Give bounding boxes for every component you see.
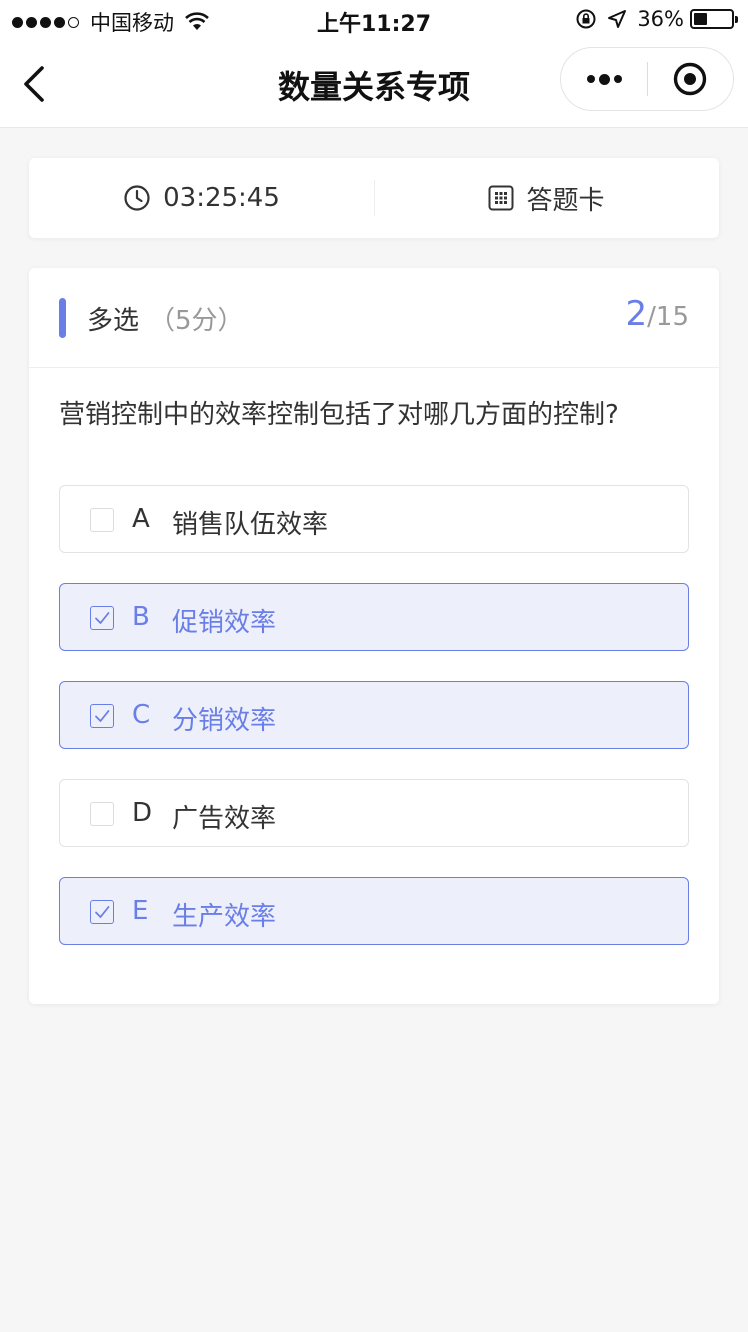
option-text: 广告效率 — [172, 804, 277, 834]
close-mini-program-button[interactable] — [647, 48, 733, 110]
timer-card: 03:25:45 答题卡 — [29, 158, 719, 238]
battery-percent: 36% — [637, 7, 684, 31]
option-text: 分销效率 — [172, 706, 277, 736]
option-d[interactable]: D 广告效率 — [59, 779, 689, 847]
status-bar: 中国移动 上午11:27 36% — [0, 0, 748, 40]
checkmark-icon — [95, 906, 110, 918]
total-questions: /15 — [647, 302, 689, 332]
option-letter: D — [132, 798, 153, 828]
current-question-number: 2 — [625, 294, 648, 334]
rotation-lock-icon — [576, 9, 596, 29]
option-letter: E — [132, 896, 149, 926]
checkbox[interactable] — [90, 704, 114, 728]
option-text: 生产效率 — [172, 902, 277, 932]
grid-icon — [488, 185, 514, 211]
location-arrow-icon — [608, 10, 627, 28]
checkbox[interactable] — [90, 606, 114, 630]
option-b[interactable]: B 促销效率 — [59, 583, 689, 651]
option-a[interactable]: A 销售队伍效率 — [59, 485, 689, 553]
question-type: 多选 — [87, 306, 140, 336]
option-text: 促销效率 — [172, 608, 277, 638]
elapsed-timer: 03:25:45 — [29, 158, 374, 238]
battery-icon — [690, 9, 738, 29]
clock-icon — [124, 185, 150, 211]
question-card: 多选 （5分） 2/15 营销控制中的效率控制包括了对哪几方面的控制? A 销售… — [29, 268, 719, 1004]
question-progress: 2/15 — [626, 294, 689, 334]
checkmark-icon — [95, 710, 110, 722]
option-e[interactable]: E 生产效率 — [59, 877, 689, 945]
checkmark-icon — [95, 612, 110, 624]
more-dots-icon — [586, 75, 595, 83]
option-c[interactable]: C 分销效率 — [59, 681, 689, 749]
checkbox[interactable] — [90, 508, 114, 532]
option-letter: C — [132, 700, 151, 730]
battery-level — [694, 13, 707, 25]
checkbox[interactable] — [90, 802, 114, 826]
accent-bar — [59, 298, 66, 338]
status-right: 36% — [575, 7, 738, 31]
mini-program-capsule — [560, 47, 734, 111]
checkbox[interactable] — [90, 900, 114, 924]
nav-bar: 数量关系专项 — [0, 40, 748, 128]
answer-card-button[interactable]: 答题卡 — [374, 158, 719, 238]
question-text: 营销控制中的效率控制包括了对哪几方面的控制? — [59, 400, 619, 430]
option-letter: A — [132, 504, 150, 534]
timer-value: 03:25:45 — [163, 183, 280, 213]
option-text: 销售队伍效率 — [172, 510, 329, 540]
question-header: 多选 （5分） 2/15 — [29, 268, 719, 368]
question-score: （5分） — [149, 306, 244, 336]
target-close-icon — [673, 62, 707, 96]
answer-card-label: 答题卡 — [526, 185, 605, 216]
more-button[interactable] — [561, 48, 647, 110]
option-letter: B — [132, 602, 150, 632]
